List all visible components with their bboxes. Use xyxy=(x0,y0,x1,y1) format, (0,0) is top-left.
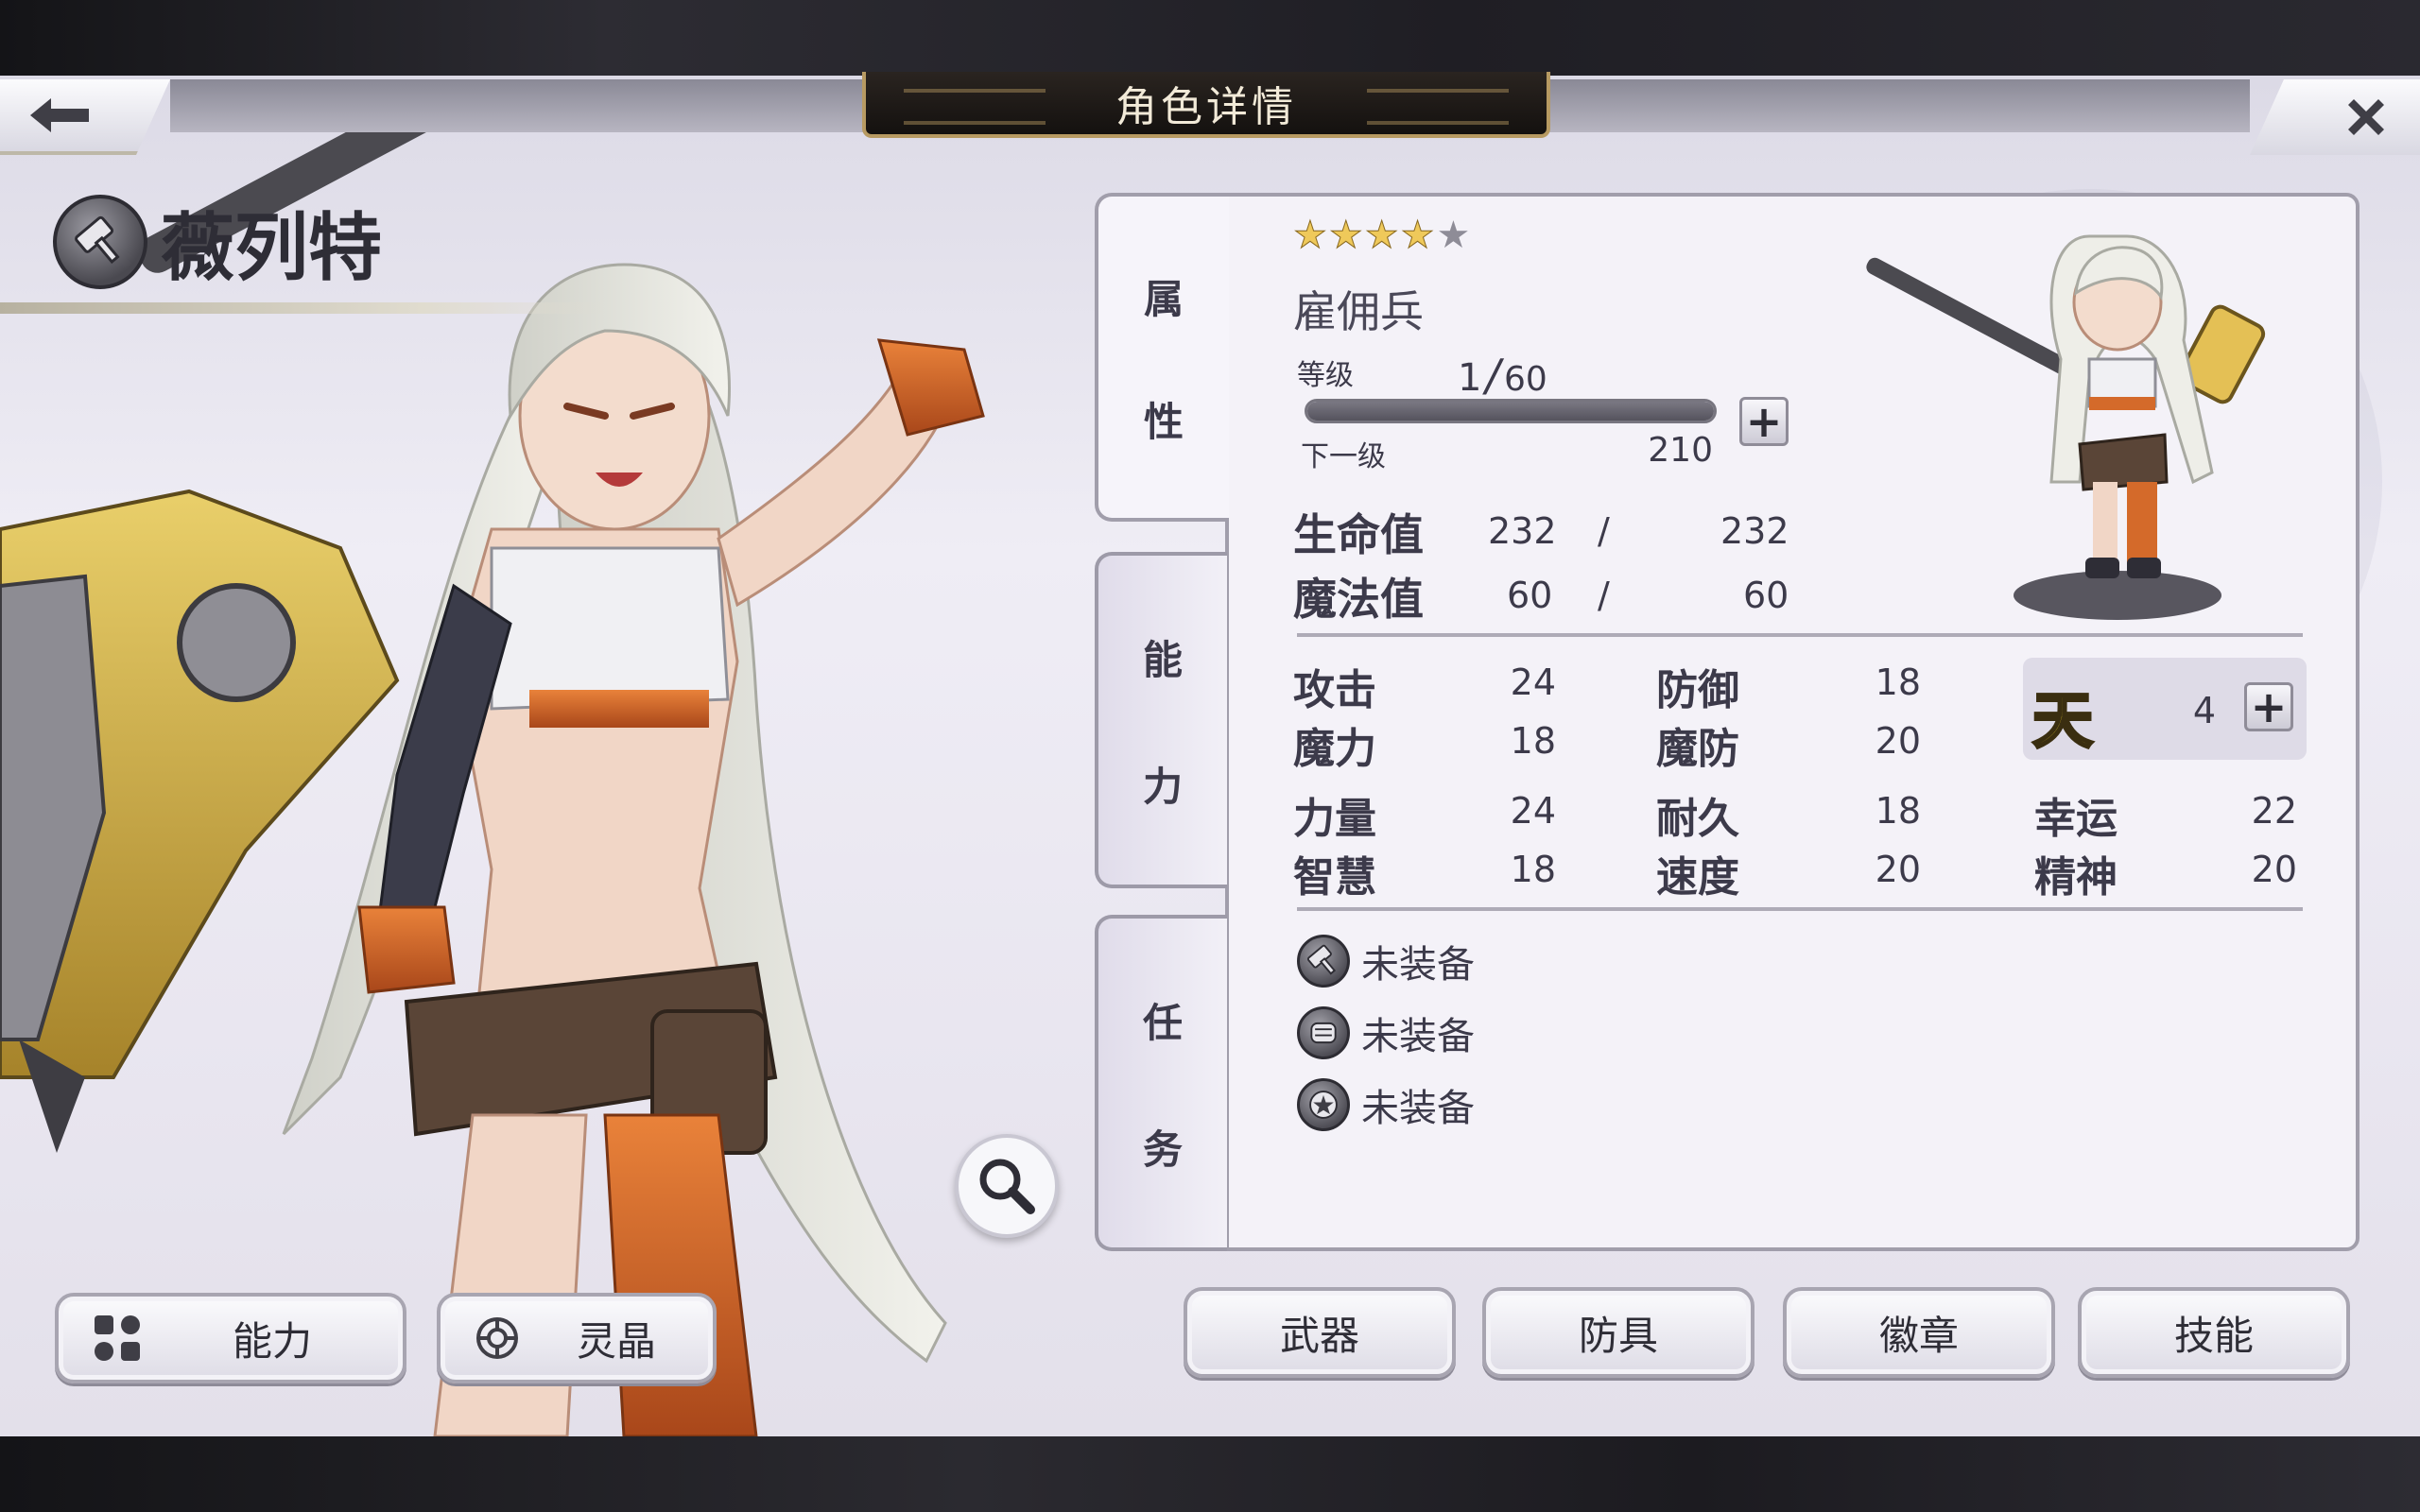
level-label: 等级 xyxy=(1297,359,1354,392)
plus-icon: + xyxy=(1745,396,1783,447)
character-name-area: 薇列特 xyxy=(53,189,382,295)
tab-abilities-char2: 力 xyxy=(1142,763,1183,810)
sky-upgrade-button[interactable]: + xyxy=(2244,682,2293,731)
divider xyxy=(1297,633,2303,637)
exp-bar-fill xyxy=(1307,402,1714,421)
tab-attributes[interactable]: 属 性 xyxy=(1095,193,1229,522)
level-current: 1 xyxy=(1458,356,1482,400)
job-title: 雇佣兵 xyxy=(1293,286,1424,337)
equip-slot-armor[interactable]: 未装备 xyxy=(1297,1005,1475,1060)
tab-abilities-char1: 能 xyxy=(1142,636,1183,683)
skill-button[interactable]: 技能 xyxy=(2078,1287,2350,1378)
hammer-icon xyxy=(53,195,147,289)
equip-slot-label: 未装备 xyxy=(1361,1087,1475,1130)
wisdom-label: 智慧 xyxy=(1293,853,1376,902)
page-title: 角色详情 xyxy=(862,72,1550,138)
hp-current: 232 xyxy=(1488,510,1557,552)
abilities-button[interactable]: 能力 xyxy=(55,1293,406,1383)
star-filled-icon: ★ xyxy=(1400,214,1437,258)
star-empty-icon: ★ xyxy=(1436,214,1473,257)
strength-value: 24 xyxy=(1510,790,1556,832)
grid-icon xyxy=(95,1315,140,1361)
mp-slash: / xyxy=(1598,575,1610,616)
defense-label: 防御 xyxy=(1656,666,1739,714)
bottom-frame xyxy=(0,1436,2420,1512)
star-filled-icon: ★ xyxy=(1293,214,1329,258)
tab-quests-char2: 务 xyxy=(1142,1125,1183,1173)
attack-value: 24 xyxy=(1510,662,1556,703)
crystal-icon xyxy=(476,1317,518,1359)
zoom-button[interactable] xyxy=(955,1134,1059,1238)
weapon-button[interactable]: 武器 xyxy=(1184,1287,1456,1378)
strength-label: 力量 xyxy=(1293,795,1376,843)
mp-label: 魔法值 xyxy=(1293,574,1424,625)
tab-attributes-char2: 性 xyxy=(1143,398,1184,445)
tab-quests-char1: 任 xyxy=(1142,999,1183,1046)
tab-quests[interactable]: 任 务 xyxy=(1095,915,1227,1251)
character-name: 薇列特 xyxy=(161,206,383,291)
attack-label: 攻击 xyxy=(1293,666,1376,714)
character-chibi-preview xyxy=(1866,234,2266,620)
magic-defense-value: 20 xyxy=(1875,720,1921,762)
star-filled-icon: ★ xyxy=(1328,214,1365,258)
level-slash: / xyxy=(1485,350,1500,401)
next-level-value: 210 xyxy=(1648,431,1713,470)
mp-current: 60 xyxy=(1507,575,1553,616)
level-max: 60 xyxy=(1503,360,1547,399)
exp-bar xyxy=(1305,399,1717,423)
badge-button[interactable]: 徽章 xyxy=(1783,1287,2055,1378)
endurance-label: 耐久 xyxy=(1656,795,1739,843)
spirit-crystal-button-label: 灵晶 xyxy=(576,1317,656,1365)
equip-slot-weapon[interactable]: 未装备 xyxy=(1297,934,1475,988)
level-up-button[interactable]: + xyxy=(1739,397,1789,446)
star-rating: ★★★★★ xyxy=(1293,214,1473,258)
character-illustration xyxy=(0,132,1115,1436)
speed-value: 20 xyxy=(1875,849,1921,890)
magic-defense-label: 魔防 xyxy=(1656,725,1739,773)
sky-attribute-value: 4 xyxy=(2192,690,2216,731)
magic-value: 18 xyxy=(1510,720,1556,762)
plus-icon: + xyxy=(2250,681,2288,732)
tab-abilities[interactable]: 能 力 xyxy=(1095,552,1227,888)
luck-label: 幸运 xyxy=(2034,795,2118,843)
equip-slot-label: 未装备 xyxy=(1361,943,1475,987)
name-underline xyxy=(0,302,605,314)
spirit-value: 20 xyxy=(2251,849,2297,890)
arrow-left-icon xyxy=(30,98,89,132)
armor-button[interactable]: 防具 xyxy=(1482,1287,1754,1378)
endurance-value: 18 xyxy=(1875,790,1921,832)
spirit-label: 精神 xyxy=(2034,853,2118,902)
hammer-icon xyxy=(1297,935,1350,988)
speed-label: 速度 xyxy=(1656,853,1739,902)
abilities-button-label: 能力 xyxy=(232,1317,312,1365)
hp-slash: / xyxy=(1598,510,1610,552)
spirit-crystal-button[interactable]: 灵晶 xyxy=(437,1293,717,1383)
hp-label: 生命值 xyxy=(1293,509,1424,560)
divider xyxy=(1297,907,2303,911)
badge-star-icon xyxy=(1297,1078,1350,1131)
next-level-label: 下一级 xyxy=(1301,440,1386,473)
mp-max: 60 xyxy=(1743,575,1789,616)
luck-value: 22 xyxy=(2251,790,2297,832)
magnifier-icon xyxy=(979,1159,1035,1214)
sky-attribute-icon: 天 xyxy=(2031,686,2095,759)
level-value: 1/60 xyxy=(1458,350,1547,401)
tab-attributes-char1: 属 xyxy=(1143,275,1184,322)
close-icon xyxy=(2348,99,2384,135)
defense-value: 18 xyxy=(1875,662,1921,703)
equip-slot-label: 未装备 xyxy=(1361,1015,1475,1058)
top-frame xyxy=(0,0,2420,76)
hp-max: 232 xyxy=(1720,510,1789,552)
armor-icon xyxy=(1297,1006,1350,1059)
magic-label: 魔力 xyxy=(1293,725,1376,773)
wisdom-value: 18 xyxy=(1510,849,1556,890)
star-filled-icon: ★ xyxy=(1364,214,1401,258)
equip-slot-badge[interactable]: 未装备 xyxy=(1297,1077,1475,1132)
